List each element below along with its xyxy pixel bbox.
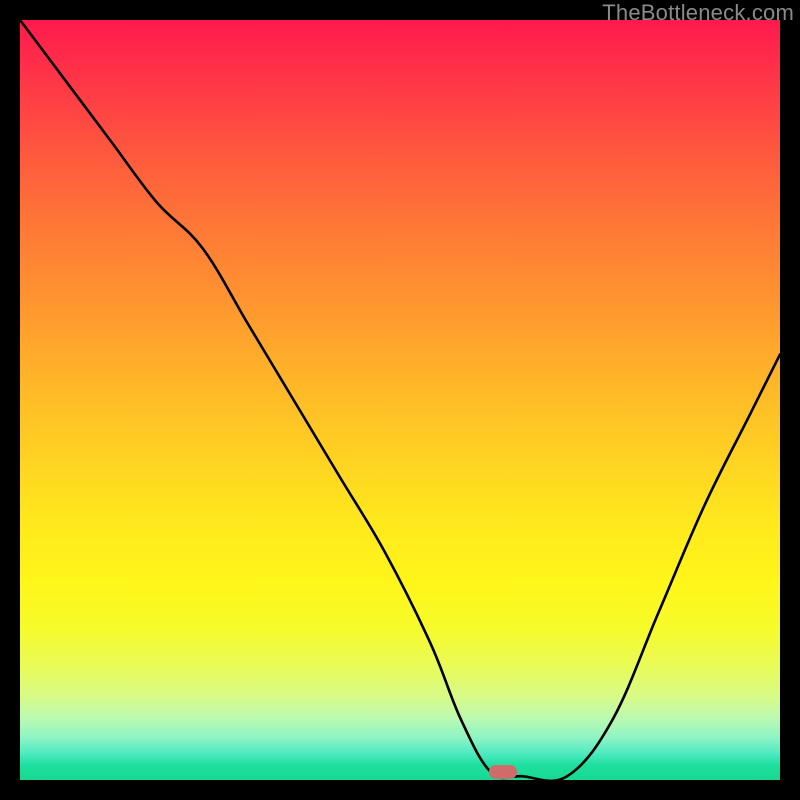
chart-frame: TheBottleneck.com xyxy=(0,0,800,800)
plot-area xyxy=(20,20,780,780)
bottleneck-curve xyxy=(20,20,780,780)
optimal-marker xyxy=(489,765,517,779)
curve-path xyxy=(20,20,780,780)
